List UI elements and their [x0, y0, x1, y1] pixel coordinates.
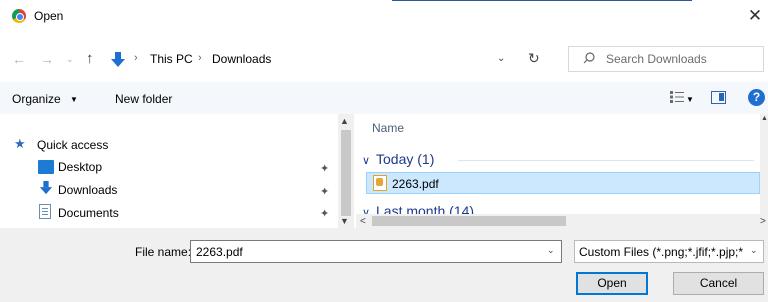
- search-placeholder: Search Downloads: [606, 52, 707, 66]
- recent-locations-button[interactable]: ⌄: [66, 54, 74, 65]
- breadcrumb-this-pc[interactable]: This PC: [150, 52, 193, 66]
- back-button[interactable]: ←: [12, 51, 26, 67]
- nav-item-downloads[interactable]: Downloads: [58, 183, 117, 197]
- collapse-icon[interactable]: ∨: [362, 154, 370, 167]
- nav-item-desktop[interactable]: Desktop: [58, 160, 102, 174]
- up-button[interactable]: ↑: [86, 50, 94, 67]
- nav-item-quick-access[interactable]: Quick access: [37, 138, 108, 152]
- group-header-today[interactable]: Today (1): [376, 151, 434, 167]
- pin-icon[interactable]: ✦: [320, 185, 329, 198]
- open-button[interactable]: Open: [576, 272, 648, 295]
- scroll-up-arrow[interactable]: ▲: [340, 116, 349, 126]
- nav-item-documents[interactable]: Documents: [58, 206, 119, 220]
- documents-icon: [39, 204, 51, 219]
- desktop-icon: [38, 160, 54, 174]
- breadcrumb-separator: ›: [198, 52, 202, 64]
- top-accent-line: [392, 0, 692, 1]
- forward-button[interactable]: →: [40, 51, 54, 67]
- scroll-right-arrow[interactable]: >: [760, 216, 766, 227]
- address-dropdown-button[interactable]: ⌄: [497, 53, 505, 64]
- pdf-file-icon: [373, 175, 387, 191]
- downloads-icon: [39, 181, 53, 195]
- file-type-value: Custom Files (*.png;*.jfif;*.pjp;*: [579, 245, 744, 259]
- refresh-button[interactable]: ↻: [528, 50, 544, 67]
- pin-icon[interactable]: ✦: [320, 207, 329, 220]
- breadcrumb-separator: ›: [134, 52, 138, 64]
- scroll-up-arrow[interactable]: ▲: [761, 115, 768, 122]
- scroll-down-arrow[interactable]: ▼: [340, 216, 349, 226]
- search-icon: [583, 52, 595, 64]
- new-folder-button[interactable]: New folder: [115, 92, 172, 106]
- breadcrumb-downloads[interactable]: Downloads: [212, 52, 271, 66]
- chevron-down-icon: ▼: [70, 95, 78, 104]
- cancel-button[interactable]: Cancel: [673, 272, 764, 295]
- file-vertical-scrollbar[interactable]: [760, 114, 768, 214]
- star-icon: ★: [14, 136, 26, 151]
- chrome-icon: [12, 9, 26, 23]
- file-name-label: File name:: [135, 245, 192, 259]
- file-name[interactable]: 2263.pdf: [392, 177, 439, 191]
- title-bar: [0, 0, 768, 32]
- column-header-name[interactable]: Name: [372, 121, 404, 135]
- scroll-left-arrow[interactable]: <: [360, 216, 366, 227]
- help-icon[interactable]: ?: [748, 89, 765, 106]
- group-divider: [458, 160, 754, 161]
- downloads-icon: [111, 52, 125, 67]
- close-button[interactable]: ✕: [742, 2, 768, 30]
- organize-button[interactable]: Organize: [12, 92, 61, 106]
- chevron-down-icon[interactable]: ⌄: [547, 245, 555, 256]
- pin-icon[interactable]: ✦: [320, 162, 329, 175]
- nav-scrollbar-thumb[interactable]: [341, 130, 351, 216]
- horizontal-scrollbar-thumb[interactable]: [372, 216, 566, 226]
- chevron-down-icon[interactable]: ⌄: [750, 245, 758, 256]
- window-title: Open: [34, 9, 64, 23]
- chevron-down-icon[interactable]: ▼: [686, 95, 694, 104]
- file-name-input[interactable]: 2263.pdf: [190, 240, 562, 263]
- view-options-icon[interactable]: [670, 91, 684, 103]
- preview-pane-icon[interactable]: [711, 91, 726, 104]
